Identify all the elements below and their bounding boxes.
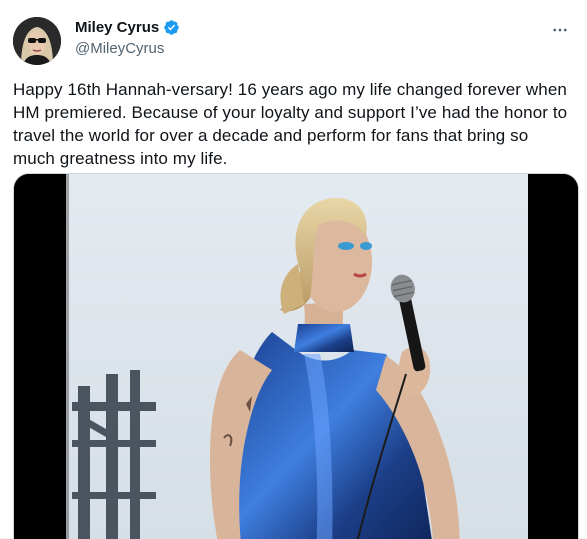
name-row: Miley Cyrus bbox=[75, 19, 180, 36]
author-handle[interactable]: @MileyCyrus bbox=[75, 40, 180, 57]
tweet-card[interactable]: Miley Cyrus @MileyCyrus Happy 16th Hanna… bbox=[0, 0, 587, 539]
tweet-video[interactable] bbox=[13, 173, 579, 539]
author-avatar[interactable] bbox=[13, 17, 61, 65]
tweet-header: Miley Cyrus @MileyCyrus bbox=[75, 19, 180, 57]
video-frame bbox=[14, 174, 578, 539]
more-dots-icon bbox=[553, 28, 567, 32]
avatar-image bbox=[13, 17, 61, 65]
verified-badge-icon[interactable] bbox=[163, 19, 180, 36]
more-options-button[interactable] bbox=[545, 18, 575, 42]
author-display-name[interactable]: Miley Cyrus bbox=[75, 19, 159, 36]
tweet-body-text: Happy 16th Hannah-versary! 16 years ago … bbox=[13, 80, 568, 168]
